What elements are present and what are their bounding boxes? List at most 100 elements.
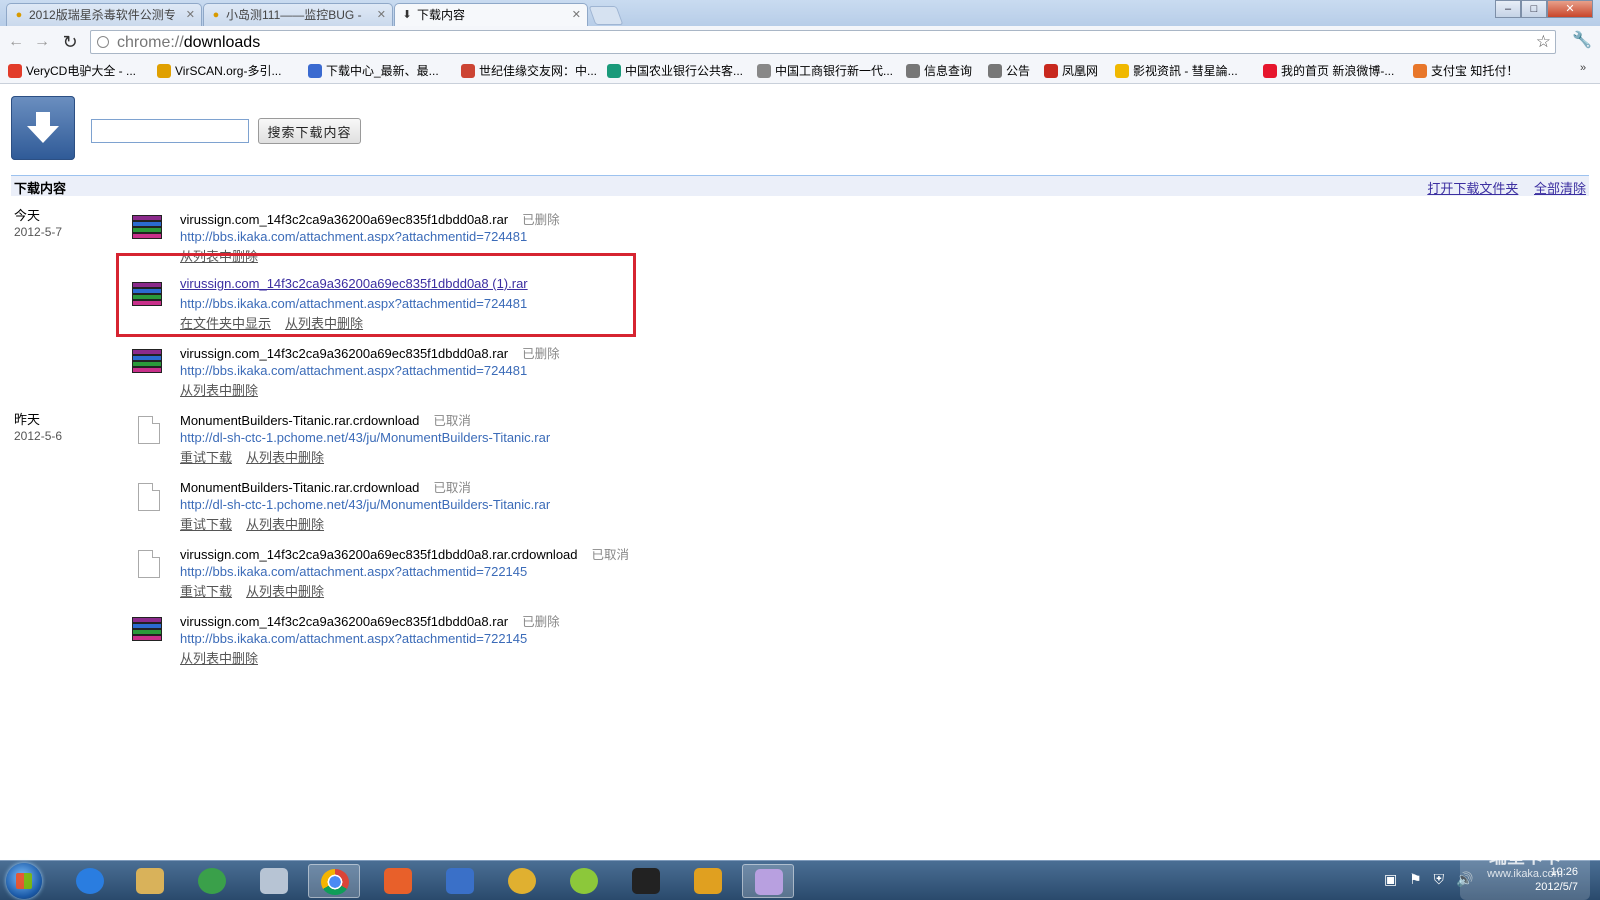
- maximize-button[interactable]: □: [1521, 0, 1547, 18]
- bookmarks-overflow-icon[interactable]: »: [1580, 62, 1586, 74]
- bookmark-item[interactable]: 我的首页 新浪微博-...: [1263, 63, 1394, 79]
- remove-from-list-link[interactable]: 从列表中删除: [246, 450, 324, 465]
- reload-button[interactable]: ↻: [60, 32, 80, 52]
- close-window-button[interactable]: ✕: [1547, 0, 1593, 18]
- lion-icon: [694, 868, 722, 894]
- clear-all-link[interactable]: 全部清除: [1534, 181, 1586, 196]
- back-button[interactable]: ←: [6, 32, 26, 52]
- source-url[interactable]: http://dl-sh-ctc-1.pchome.net/43/ju/Monu…: [180, 430, 550, 445]
- globe-icon: [97, 36, 109, 48]
- downloads-header: 下载内容 打开下载文件夹 全部清除: [11, 175, 1589, 196]
- rising-icon: ●: [15, 9, 23, 21]
- search-button[interactable]: 搜索下载内容: [258, 118, 361, 144]
- tab-rising-test[interactable]: ● 2012版瑞星杀毒软件公测专 ✕: [6, 3, 202, 26]
- tab-downloads[interactable]: ⬇ 下载内容 ✕: [394, 3, 588, 27]
- document-icon: [906, 64, 920, 78]
- wrench-icon[interactable]: 🔧: [1572, 31, 1592, 51]
- bookmarks-bar: VeryCD电驴大全 - ... VirSCAN.org-多引... 下载中心_最新…: [0, 58, 1600, 84]
- day-date: 2012-5-6: [14, 429, 63, 443]
- bookmark-label: 支付宝 知托付！: [1431, 64, 1519, 78]
- alipay-icon: [1413, 64, 1427, 78]
- file-name: virussign.com_14f3c2ca9a36200a69ec835f1d…: [180, 547, 630, 562]
- item-actions: 从列表中删除: [180, 648, 272, 667]
- shield-icon[interactable]: ⛨: [1434, 871, 1445, 887]
- remove-from-list-link[interactable]: 从列表中删除: [246, 584, 324, 599]
- open-downloads-folder-link[interactable]: 打开下载文件夹: [1427, 181, 1518, 196]
- download-item: MonumentBuilders-Titanic.rar.crdownload 已…: [130, 471, 730, 535]
- source-url[interactable]: http://bbs.ikaka.com/attachment.aspx?att…: [180, 631, 527, 646]
- minimize-button[interactable]: –: [1495, 0, 1521, 18]
- blank-file-icon[interactable]: [130, 412, 164, 444]
- new-tab-button[interactable]: [588, 6, 624, 25]
- search-input[interactable]: [91, 119, 249, 143]
- omnibox[interactable]: chrome://downloads ☆: [90, 30, 1556, 54]
- start-button[interactable]: [6, 863, 42, 899]
- blank-file-icon[interactable]: [130, 479, 164, 511]
- remove-from-list-link[interactable]: 从列表中删除: [246, 517, 324, 532]
- day-group-label: 昨天 2012-5-6: [14, 409, 62, 443]
- remove-from-list-link[interactable]: 从列表中删除: [180, 383, 258, 398]
- file-name: virussign.com_14f3c2ca9a36200a69ec835f1d…: [180, 614, 560, 629]
- taskbar-button[interactable]: [742, 864, 794, 898]
- jiayuan-icon: [461, 64, 475, 78]
- bookmark-item[interactable]: 凤凰网: [1044, 63, 1098, 79]
- taskbar-button[interactable]: [620, 864, 672, 898]
- close-icon[interactable]: ✕: [377, 4, 386, 26]
- bookmark-item[interactable]: 影视资訊 - 彗星論...: [1115, 63, 1238, 79]
- bookmark-item[interactable]: 下载中心_最新、最...: [308, 63, 439, 79]
- item-actions: 重试下载 从列表中删除: [180, 581, 338, 600]
- tab-strip: ● 2012版瑞星杀毒软件公测专 ✕ ● 小岛测111——监控BUG - ✕ ⬇…: [0, 0, 1600, 27]
- day-date: 2012-5-7: [14, 225, 63, 239]
- day-name: 今天: [14, 208, 41, 223]
- rising-icon: ●: [212, 9, 220, 21]
- forward-button[interactable]: →: [32, 32, 52, 52]
- taskbar-button[interactable]: [64, 864, 116, 898]
- star-icon[interactable]: ☆: [1536, 31, 1551, 53]
- status-label: 已取消: [433, 481, 471, 495]
- bookmark-item[interactable]: 支付宝 知托付！: [1413, 63, 1518, 79]
- flag-icon[interactable]: ⚑: [1409, 871, 1422, 887]
- taskbar-button[interactable]: [124, 864, 176, 898]
- close-icon[interactable]: ✕: [186, 4, 195, 26]
- retry-download-link[interactable]: 重试下载: [180, 450, 232, 465]
- retry-download-link[interactable]: 重试下载: [180, 584, 232, 599]
- bookmark-item[interactable]: 中国农业银行公共客...: [607, 63, 743, 79]
- taskbar-button[interactable]: [434, 864, 486, 898]
- network-tray-icon[interactable]: ▣: [1384, 871, 1397, 887]
- blank-file-icon[interactable]: [130, 546, 164, 578]
- taskbar-button[interactable]: [186, 864, 238, 898]
- bookmark-item[interactable]: 世纪佳缘交友网：中...: [461, 63, 597, 79]
- bookmark-item[interactable]: 信息查询: [906, 63, 972, 79]
- highlight-box: [116, 253, 636, 337]
- item-actions: 从列表中删除: [180, 380, 272, 399]
- taskbar-button[interactable]: [496, 864, 548, 898]
- tab-xiaodao[interactable]: ● 小岛测111——监控BUG - ✕: [203, 3, 393, 26]
- close-icon[interactable]: ✕: [572, 4, 581, 26]
- bookmark-item[interactable]: VirSCAN.org-多引...: [157, 63, 281, 79]
- winrar-file-icon[interactable]: [130, 211, 164, 239]
- bookmark-item[interactable]: 公告: [988, 63, 1030, 79]
- source-url[interactable]: http://bbs.ikaka.com/attachment.aspx?att…: [180, 363, 527, 378]
- download-item: virussign.com_14f3c2ca9a36200a69ec835f1d…: [130, 538, 730, 602]
- source-url[interactable]: http://bbs.ikaka.com/attachment.aspx?att…: [180, 229, 527, 244]
- calculator-icon: [260, 868, 288, 894]
- remove-from-list-link[interactable]: 从列表中删除: [180, 651, 258, 666]
- winrar-file-icon[interactable]: [130, 613, 164, 641]
- source-url[interactable]: http://dl-sh-ctc-1.pchome.net/43/ju/Monu…: [180, 497, 550, 512]
- bookmark-item[interactable]: VeryCD电驴大全 - ...: [8, 63, 136, 79]
- retry-download-link[interactable]: 重试下载: [180, 517, 232, 532]
- source-url[interactable]: http://bbs.ikaka.com/attachment.aspx?att…: [180, 564, 527, 579]
- paint-icon: [755, 869, 783, 895]
- weibo-icon: [1263, 64, 1277, 78]
- taskbar-button[interactable]: [558, 864, 610, 898]
- taskbar-button[interactable]: [372, 864, 424, 898]
- abc-bank-icon: [607, 64, 621, 78]
- status-label: 已取消: [433, 414, 471, 428]
- day-group-label: 今天 2012-5-7: [14, 205, 62, 239]
- taskbar-button[interactable]: [248, 864, 300, 898]
- winrar-file-icon[interactable]: [130, 345, 164, 373]
- bookmark-item[interactable]: 中国工商银行新一代...: [757, 63, 893, 79]
- tab-title: 下载内容: [417, 8, 466, 22]
- taskbar-button[interactable]: [308, 864, 360, 898]
- taskbar-button[interactable]: [682, 864, 734, 898]
